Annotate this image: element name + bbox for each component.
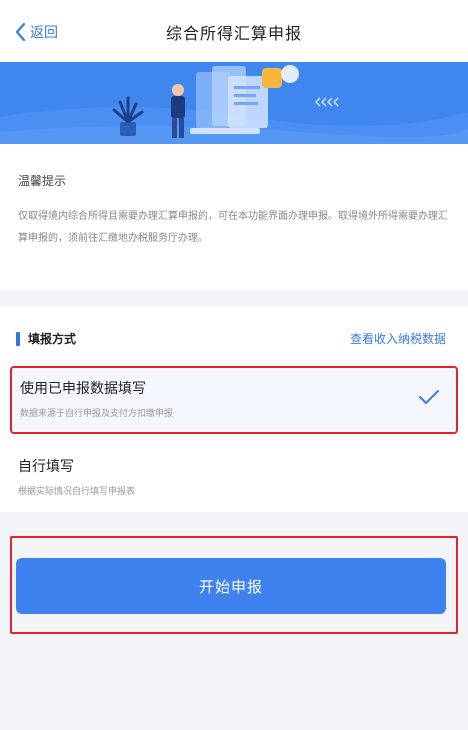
tax-badge-icon xyxy=(262,65,299,88)
option-subtitle: 根据实际情况自行填写申报表 xyxy=(18,487,136,497)
view-income-tax-data-link[interactable]: 查看收入纳税数据 xyxy=(350,330,446,347)
option-title: 使用已申报数据填写 xyxy=(20,381,146,397)
banner-illustration xyxy=(0,62,468,144)
checkmark-icon xyxy=(419,390,439,404)
arrows-icon xyxy=(314,97,339,107)
start-declaration-button[interactable]: 开始申报 xyxy=(16,558,446,614)
option-title: 自行填写 xyxy=(18,459,74,475)
tips-text: 仅取得境内综合所得且需要办理汇算申报的，可在本功能界面办理申报。取得境外所得需要… xyxy=(18,211,448,244)
tips-title: 温馨提示 xyxy=(18,174,67,188)
documents-icon xyxy=(190,66,268,134)
option-self-fill[interactable]: 自行填写 根据实际情况自行填写申报表 xyxy=(0,446,468,506)
option-use-declared-data[interactable]: 使用已申报数据填写 数据来源于自行申报及支付方扣缴申报 xyxy=(10,366,458,434)
nav-bar: 返回 综合所得汇算申报 xyxy=(0,0,468,62)
option-subtitle: 数据来源于自行申报及支付方扣缴申报 xyxy=(20,409,174,419)
tips-panel: 温馨提示 仅取得境内综合所得且需要办理汇算申报的，可在本功能界面办理申报。取得境… xyxy=(0,144,468,290)
page-title: 综合所得汇算申报 xyxy=(165,24,302,43)
section-indicator xyxy=(16,332,20,346)
section-title: 填报方式 xyxy=(28,332,77,346)
fill-method-section: 填报方式 查看收入纳税数据 使用已申报数据填写 数据来源于自行申报及支付方扣缴申… xyxy=(0,306,468,512)
